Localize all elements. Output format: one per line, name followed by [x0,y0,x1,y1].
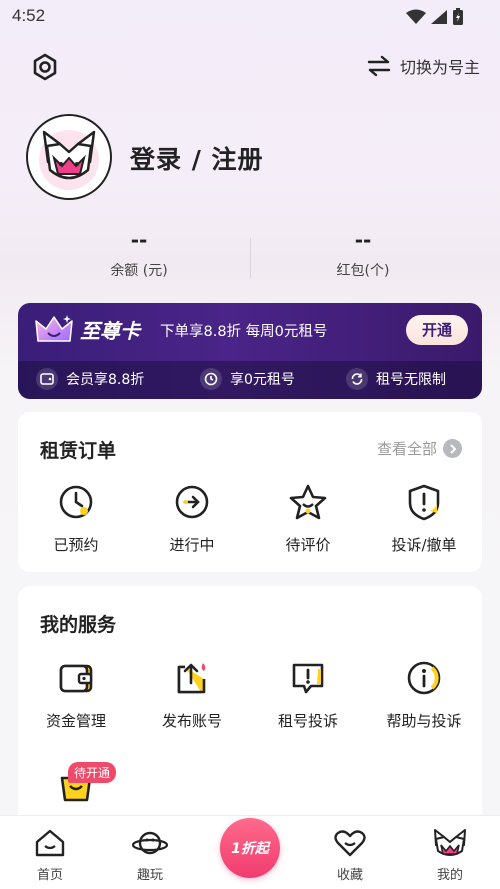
nav-label: 我的 [436,868,463,883]
settings-icon [33,53,57,81]
status-time: 4:52 [12,6,46,25]
redpacket-stat[interactable]: -- 红包(个) [238,228,488,280]
status-bar: 4:52 [0,0,500,34]
service-funds[interactable]: 资金管理 [18,658,134,731]
wallet-icon [36,368,58,390]
balance-stat[interactable]: -- 余额 (元) [14,228,264,280]
avatar[interactable] [26,114,112,200]
shield-alert-icon [366,482,482,522]
nav-discount-button[interactable]: 1折起 [220,818,280,878]
vip-perk-unlimited: 租号无限制 [346,368,446,390]
redpacket-label: 红包(个) [336,263,390,279]
service-pending[interactable]: 待开通 [18,762,134,812]
signal-icon [431,10,447,24]
refresh-icon [346,368,368,390]
vip-perk-free: 享0元租号 [200,368,295,390]
view-all-orders-button[interactable]: 查看全部 [377,438,462,459]
star-icon [250,482,366,522]
order-label: 进行中 [169,536,215,554]
nav-label: 首页 [36,868,63,883]
bottom-nav: 首页 趣玩 1折起 收藏 我的 [0,815,500,889]
top-bar: 切换为号主 [0,46,500,86]
switch-role-button[interactable]: 切换为号主 [366,54,480,78]
order-label: 已预约 [53,536,99,554]
wallet-icon [18,658,134,698]
vip-header: 至尊卡 下单享8.8折 每周0元租号 开通 [18,303,482,357]
wifi-icon [406,9,426,24]
nav-profile[interactable]: 我的 [400,826,500,883]
service-label: 租号投诉 [277,712,338,730]
chevron-right-icon [443,439,462,458]
service-publish[interactable]: 发布账号 [134,658,250,731]
clock-icon [200,368,222,390]
upload-icon [134,658,250,698]
vip-perk-label: 享0元租号 [230,372,295,388]
info-icon [366,658,482,698]
stats-row: -- 余额 (元) -- 红包(个) [0,228,500,288]
home-icon [0,826,100,860]
vip-perks: 会员享8.8折 享0元租号 租号无限制 [18,361,482,399]
crown-icon [35,315,73,342]
profile-icon [400,826,500,860]
service-rent-complaint[interactable]: 租号投诉 [250,658,366,731]
order-label: 待评价 [285,536,331,554]
order-in-progress[interactable]: 进行中 [134,482,250,555]
order-to-review[interactable]: 待评价 [250,482,366,555]
order-complaint[interactable]: 投诉/撤单 [366,482,482,555]
service-label: 发布账号 [161,712,222,730]
balance-value: -- [130,228,148,252]
service-label: 资金管理 [45,712,106,730]
vip-open-button[interactable]: 开通 [406,315,468,345]
pending-badge: 待开通 [68,762,117,783]
orders-title: 租赁订单 [40,440,117,462]
view-all-label: 查看全部 [376,440,437,458]
order-reserved[interactable]: 已预约 [18,482,134,555]
mascot-icon [39,130,99,190]
redpacket-value: -- [354,228,372,252]
complaint-icon [250,658,366,698]
battery-icon [453,8,463,25]
vip-title: 至尊卡 [80,319,140,343]
vip-perk-label: 租号无限制 [376,372,446,388]
vip-description: 下单享8.8折 每周0元租号 [160,324,328,340]
planet-icon [100,826,200,860]
nav-play[interactable]: 趣玩 [100,826,200,883]
nav-favorites[interactable]: 收藏 [300,826,400,883]
vip-perk-label: 会员享8.8折 [66,372,145,388]
switch-role-label: 切换为号主 [399,58,480,77]
login-register-link[interactable]: 登录 / 注册 [130,140,264,176]
nav-home[interactable]: 首页 [0,826,100,883]
swap-icon [367,55,391,77]
balance-label: 余额 (元) [110,263,168,279]
service-label: 帮助与投诉 [386,712,462,730]
settings-button[interactable] [28,50,62,84]
vip-card[interactable]: 至尊卡 下单享8.8折 每周0元租号 开通 会员享8.8折 享0元租号 租号无限… [18,303,482,399]
orders-card: 租赁订单 查看全部 已预约 进行中 待评价 投诉/撤单 [18,412,482,572]
heart-icon [300,826,400,860]
nav-label: 趣玩 [136,868,163,883]
arrow-circle-icon [134,482,250,522]
clock-icon [18,482,134,522]
order-label: 投诉/撤单 [391,536,457,554]
vip-perk-discount: 会员享8.8折 [36,368,144,390]
discount-label: 1折起 [231,841,269,857]
nav-label: 收藏 [336,868,363,883]
service-help[interactable]: 帮助与投诉 [366,658,482,731]
status-icons [406,8,464,26]
services-title: 我的服务 [40,614,117,636]
services-card: 我的服务 资金管理 发布账号 租号投诉 帮助与投诉 待开通 [18,586,482,846]
